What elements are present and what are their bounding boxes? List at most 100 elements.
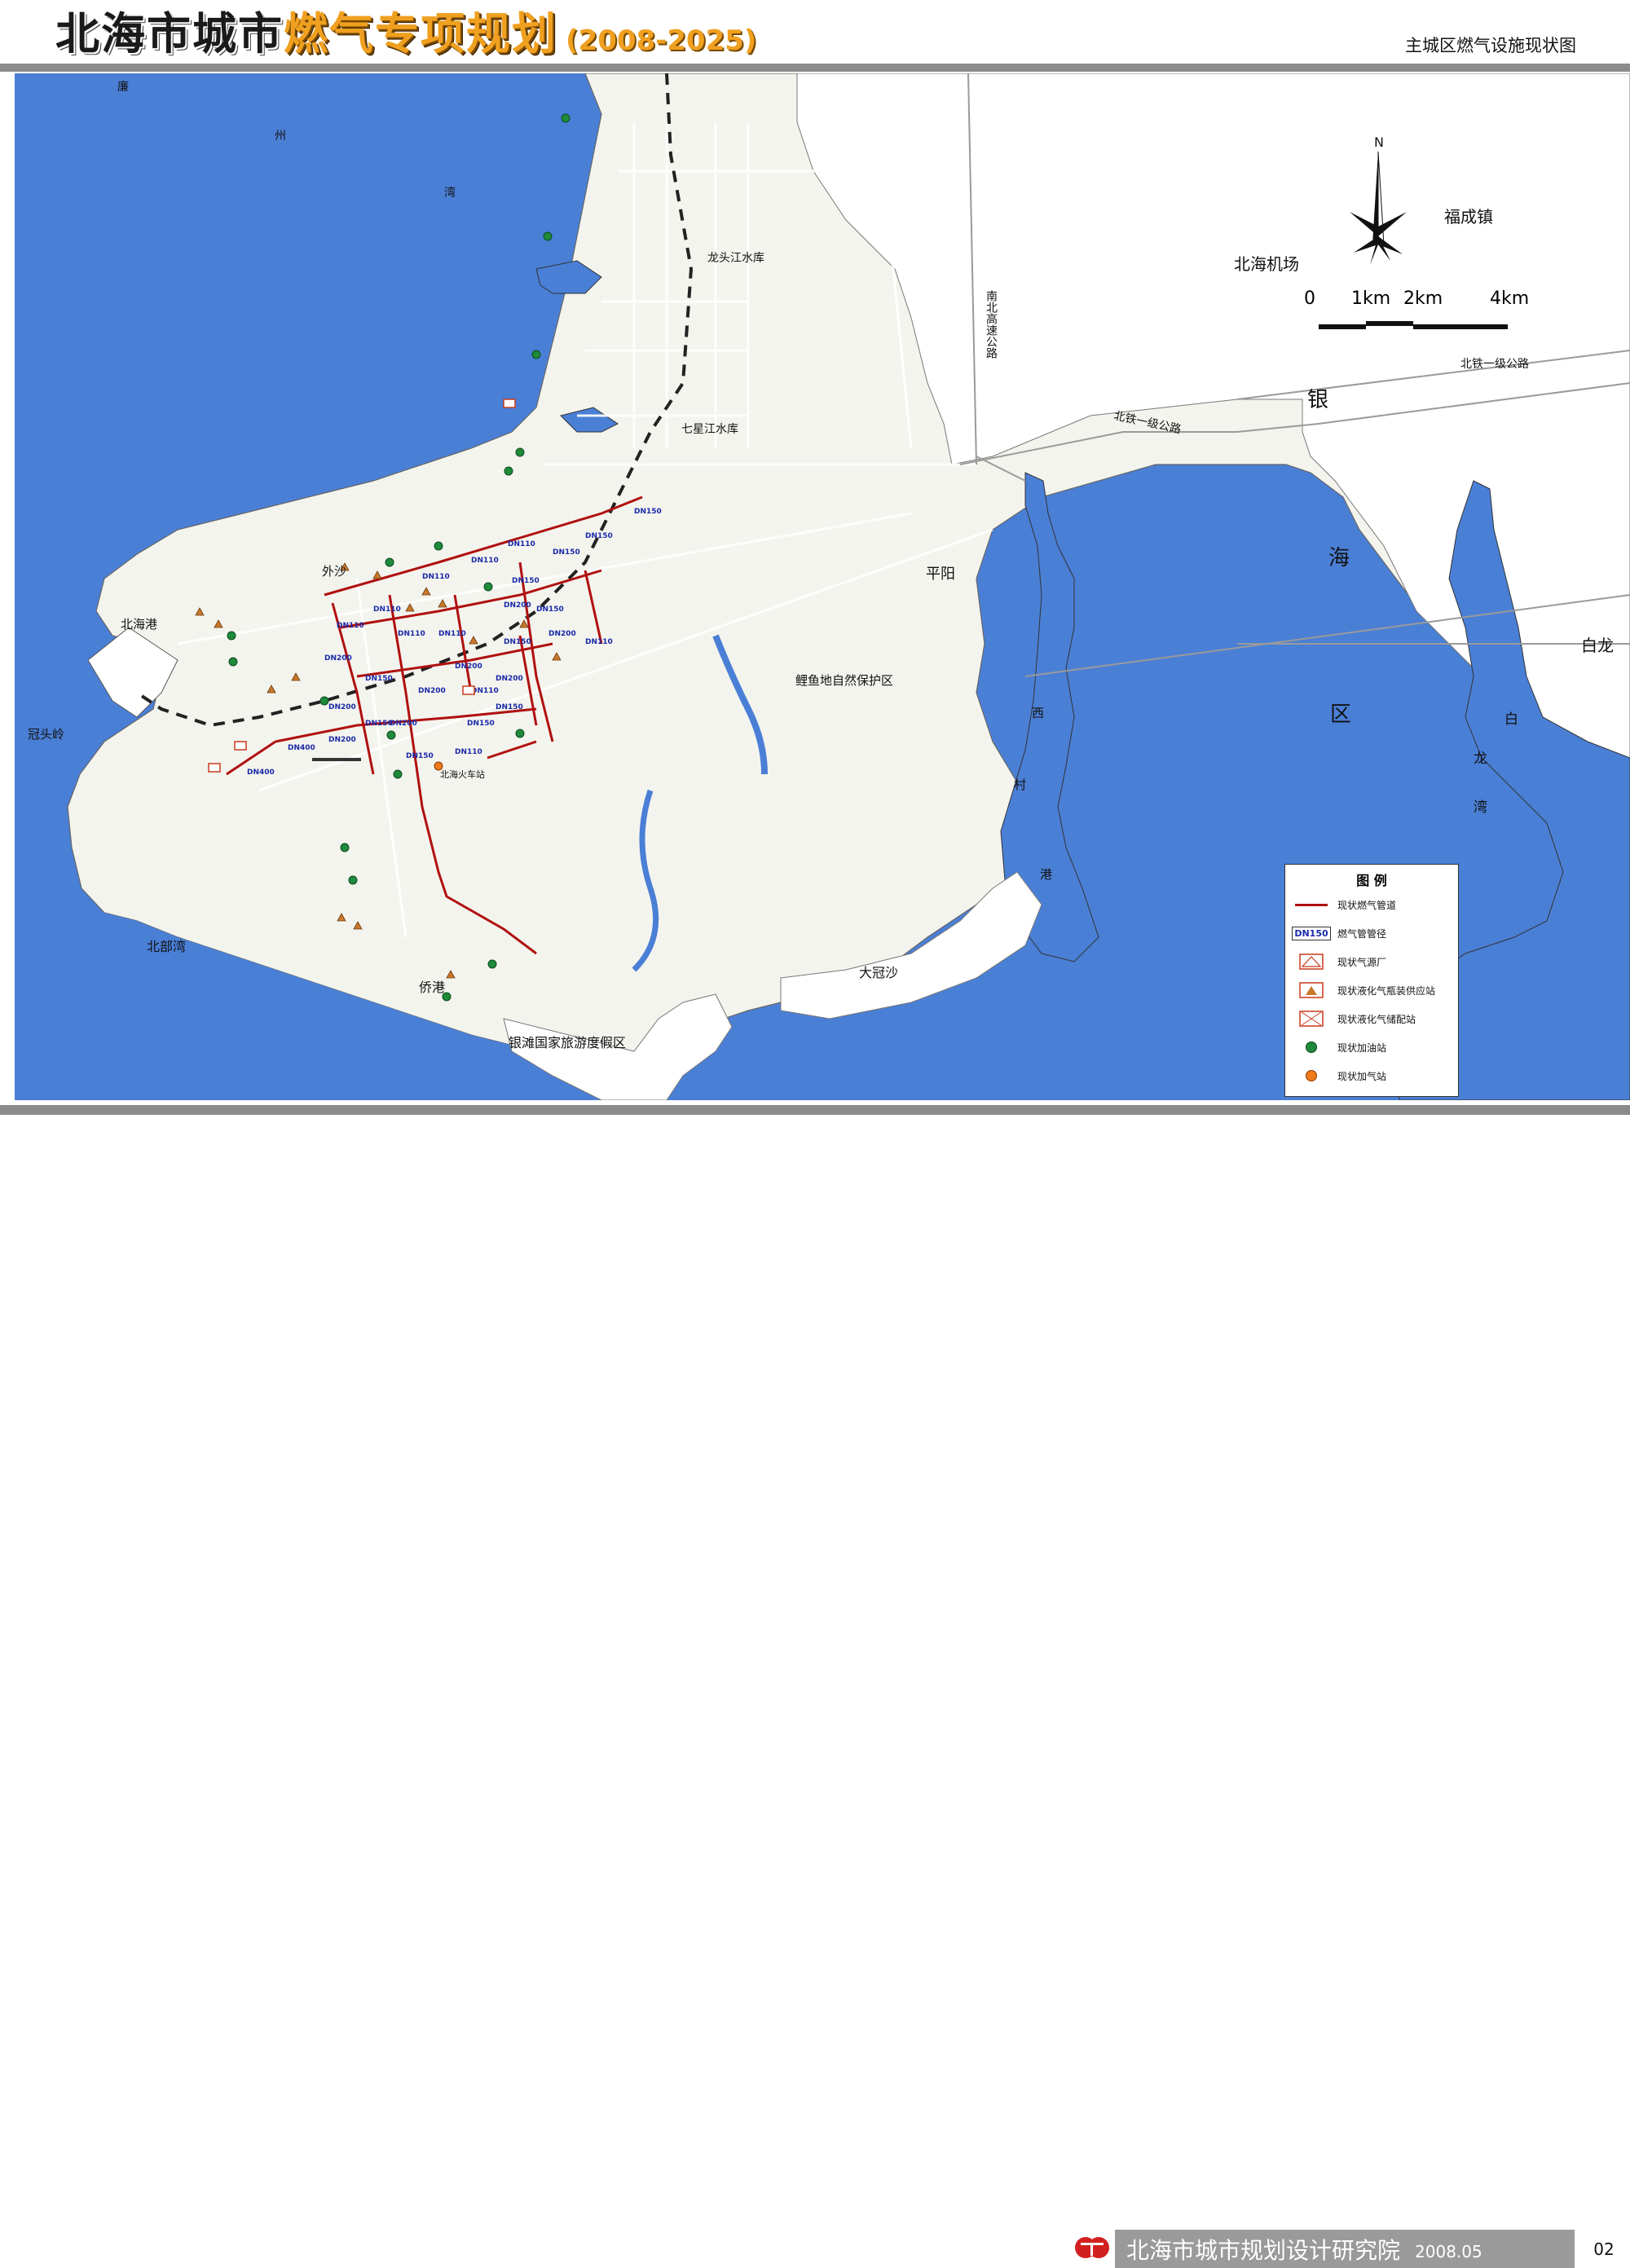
cng-station-icon [1293,1067,1329,1085]
dn-tag: DN150 [365,720,393,728]
dn-tag: DN110 [398,630,425,638]
label-wan: 湾 [444,187,456,200]
legend-item-cng: 现状加气站 [1293,1064,1386,1088]
label-xi: 西 [1032,706,1045,720]
lpg-storage-marker [234,741,247,751]
dn-tag: DN200 [496,675,523,683]
label-beitie-road-2: 北铁一级公路 [1460,358,1529,371]
label-beihai-station: 北海火车站 [440,769,485,780]
map-title: 北海市城市 燃气专项规划 (2008-2025) [55,5,756,62]
label-qixingjiang: 七星江水库 [681,423,738,436]
fuel-station-marker [340,843,350,852]
fuel-station-marker [504,466,513,476]
fuel-station-marker [319,696,329,706]
gas-plant-icon [1293,953,1329,971]
dn-tag: DN150 [512,577,540,585]
dn-tag: DN200 [418,687,446,695]
dn-tag: DN200 [504,601,531,610]
legend-label: 现状燃气管道 [1337,899,1397,911]
dn-tag: DN200 [328,736,356,744]
label-zhou: 州 [275,130,286,143]
scale-segment [1413,324,1508,329]
label-bailong: 白龙 [1581,636,1614,655]
label-bailong-wan: 湾 [1474,799,1487,816]
title-part-orange: 燃气专项规划 [284,8,557,59]
dn-tag: DN150 [406,752,434,760]
fuel-station-marker [348,875,358,885]
fuel-station-marker [487,959,497,969]
dn-tag: DN150 [585,532,613,540]
dn-tag: DN200 [390,720,417,728]
legend-label: 燃气管管径 [1337,927,1387,940]
fuel-station-marker [531,350,541,359]
bottom-divider [0,1105,1630,1115]
label-yintan: 银滩国家旅游度假区 [509,1035,627,1050]
label-yin: 银 [1307,388,1329,412]
dn-tag: DN150 [365,675,393,683]
legend-item-fuel: 现状加油站 [1293,1035,1386,1059]
publish-date: 2008.05 [1415,2241,1482,2261]
dn-tag: DN200 [324,654,352,663]
page-number: 02 [1593,2239,1615,2259]
lpg-storage-marker [208,763,221,773]
label-longtoujiang: 龙头江水库 [707,252,764,265]
title-part-black: 北海市城市 [55,8,284,59]
label-waisha: 外沙 [322,564,347,579]
scale-label-1km: 1km [1351,288,1391,309]
label-pingyang: 平阳 [926,566,955,583]
lpg-bottle-station-icon [1293,981,1329,999]
fuel-station-marker [228,657,238,667]
label-cun: 村 [1014,777,1027,792]
dn-tag: DN150 [504,638,531,646]
legend-item-lpg-bottle: 现状液化气瓶装供应站 [1293,978,1435,1002]
dn-tag: DN110 [337,622,364,630]
footer: 北海市城市规划设计研究院 2008.05 02 [0,1115,1630,2268]
north-arrow: N [1350,134,1407,265]
legend-label: 现状加油站 [1337,1042,1387,1054]
scale-segment [1366,321,1413,326]
fuel-station-icon [1293,1038,1329,1056]
fuel-station-marker [385,557,394,567]
institute-logo-icon [1075,2237,1109,2258]
lpg-storage-station-icon [1293,1010,1329,1028]
fuel-station-marker [434,541,443,551]
dn-tag: DN400 [288,744,315,752]
scale-label-2km: 2km [1403,288,1443,309]
dn-tag: DN200 [328,703,356,711]
title-years: (2008-2025) [566,24,757,57]
institute-box: 北海市城市规划设计研究院 2008.05 [1115,2230,1575,2268]
label-nanbei-expressway: 南北高速公路 [985,290,998,359]
legend-title: 图 例 [1356,873,1387,888]
beihai-station-box [312,758,361,761]
label-guantouling: 冠头岭 [28,727,65,742]
diameter-tag-icon: DN150 [1292,924,1331,942]
label-daguansha: 大冠沙 [859,965,899,980]
header: 北海市城市 燃气专项规划 (2008-2025) 主城区燃气设施现状图 [0,0,1630,70]
lpg-storage-marker [462,685,475,695]
fuel-station-marker [393,769,403,779]
scale-label-0: 0 [1304,288,1315,309]
label-beihai-airport: 北海机场 [1234,254,1299,274]
label-qiao-gang: 侨港 [419,980,446,995]
label-hai: 海 [1328,546,1350,570]
scale-segment [1319,324,1366,329]
dn-tag: DN110 [508,540,535,548]
legend-item-gas-plant: 现状气源厂 [1293,949,1386,974]
dn-tag: DN150 [536,606,564,614]
legend-label: 现状气源厂 [1337,956,1387,968]
dn-tag: DN200 [455,663,482,671]
dn-tag: DN150 [496,703,523,711]
dn-tag: DN110 [422,573,450,581]
legend-item-pipe: 现状燃气管道 [1293,892,1396,917]
scale-bar: 0 1km 2km 4km [1304,288,1532,337]
label-beihai-port: 北海港 [121,617,158,632]
fuel-station-marker [386,730,396,740]
dn-tag: DN150 [553,548,580,557]
legend-item-lpg-storage: 现状液化气储配站 [1293,1006,1416,1031]
label-beibu-wan: 北部湾 [147,939,187,954]
dn-tag: DN110 [471,557,499,565]
lpg-storage-marker [503,399,516,408]
fuel-station-marker [515,447,525,457]
fuel-station-marker [543,231,553,241]
label-fuchengzhen: 福成镇 [1444,207,1493,227]
